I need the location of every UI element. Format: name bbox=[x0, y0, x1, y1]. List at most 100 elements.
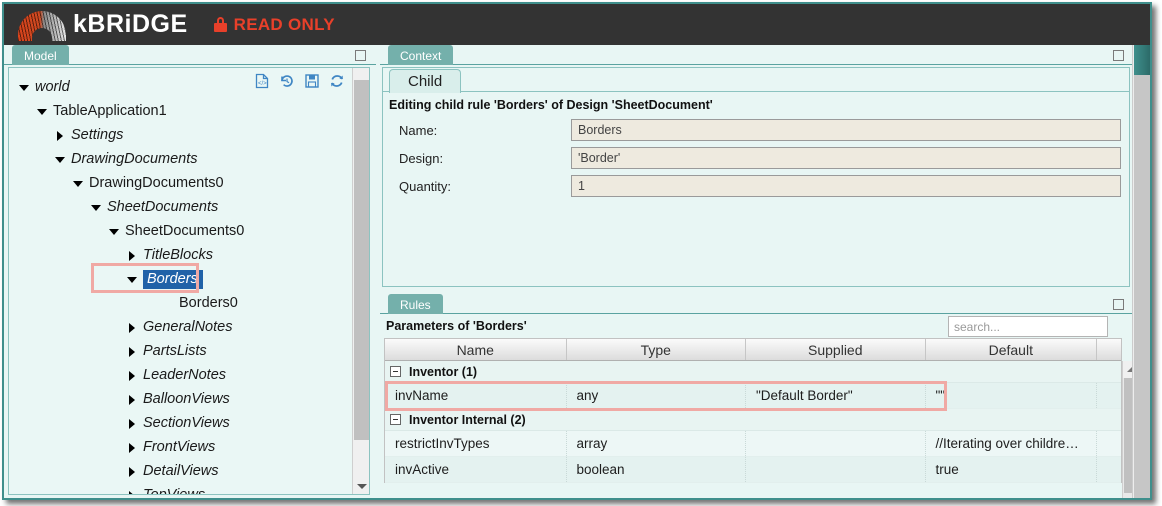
form-row-quantity: Quantity: 1 bbox=[383, 172, 1129, 200]
table-group-header[interactable]: Inventor (1) bbox=[385, 361, 1121, 383]
tree-item-settings[interactable]: Settings bbox=[9, 123, 347, 147]
tree-item-topviews[interactable]: TopViews bbox=[9, 483, 347, 495]
window-scroll-track[interactable] bbox=[1134, 75, 1150, 498]
tree-item-label: BalloonViews bbox=[143, 391, 230, 407]
table-row[interactable]: invName any "Default Border" "" bbox=[385, 383, 1121, 409]
search-input[interactable]: search... bbox=[948, 316, 1108, 337]
tab-rules[interactable]: Rules bbox=[388, 294, 443, 314]
chevron-right-icon[interactable] bbox=[125, 416, 139, 430]
cell-type: any bbox=[567, 383, 746, 408]
tree-item-label: LeaderNotes bbox=[143, 367, 227, 383]
context-panel-restore-button[interactable] bbox=[1113, 50, 1124, 61]
refresh-icon[interactable] bbox=[329, 73, 345, 89]
collapse-minus-icon[interactable] bbox=[390, 414, 401, 425]
undo-history-icon[interactable] bbox=[279, 73, 295, 89]
model-tree-container: </> world TableApplication1 Settings Dra… bbox=[8, 67, 370, 495]
cell-default: //Iterating over childre… bbox=[926, 431, 1098, 456]
model-tree[interactable]: world TableApplication1 Settings DrawingDoc… bbox=[9, 68, 347, 494]
context-body: Child Editing child rule 'Borders' of De… bbox=[382, 67, 1130, 287]
rules-panel: Rules Parameters of 'Borders' search... … bbox=[380, 294, 1140, 498]
cell-name: invName bbox=[385, 383, 567, 408]
tree-item-label: TopViews bbox=[143, 487, 206, 495]
chevron-down-icon[interactable] bbox=[125, 272, 139, 286]
window-vertical-scrollbar[interactable] bbox=[1132, 45, 1150, 498]
script-document-icon[interactable]: </> bbox=[254, 73, 270, 89]
tab-child[interactable]: Child bbox=[389, 69, 462, 93]
cell-default: true bbox=[926, 457, 1098, 482]
rules-panel-restore-button[interactable] bbox=[1113, 299, 1124, 310]
window-scroll-thumb[interactable] bbox=[1134, 45, 1150, 75]
chevron-down-icon[interactable] bbox=[53, 152, 67, 166]
tree-item-borders[interactable]: Borders bbox=[9, 267, 347, 291]
tree-item-sheetdocuments0[interactable]: SheetDocuments0 bbox=[9, 219, 347, 243]
chevron-down-icon[interactable] bbox=[17, 80, 31, 94]
tree-item-sectionviews[interactable]: SectionViews bbox=[9, 411, 347, 435]
tree-item-sheetdocuments[interactable]: SheetDocuments bbox=[9, 195, 347, 219]
tree-item-label: TitleBlocks bbox=[143, 247, 213, 263]
tree-item-label: Settings bbox=[71, 127, 124, 143]
tree-item-leadernotes[interactable]: LeaderNotes bbox=[9, 363, 347, 387]
table-group-header[interactable]: Inventor Internal (2) bbox=[385, 409, 1121, 431]
table-header-row: Name Type Supplied Default bbox=[385, 338, 1121, 361]
cell-supplied: "Default Border" bbox=[746, 383, 926, 408]
tree-item-drawingdocuments[interactable]: DrawingDocuments bbox=[9, 147, 347, 171]
chevron-down-icon[interactable] bbox=[89, 200, 103, 214]
table-body: Inventor (1) invName any "Default Border" ""… bbox=[385, 361, 1121, 483]
table-row[interactable]: restrictInvTypes array //Iterating over ch… bbox=[385, 431, 1121, 457]
chevron-down-icon[interactable] bbox=[71, 176, 85, 190]
chevron-right-icon[interactable] bbox=[125, 488, 139, 494]
tree-item-generalnotes[interactable]: GeneralNotes bbox=[9, 315, 347, 339]
svg-text:</>: </> bbox=[258, 81, 267, 87]
child-tabstrip: Child bbox=[383, 68, 1129, 93]
chevron-right-icon[interactable] bbox=[125, 368, 139, 382]
column-header-supplied[interactable]: Supplied bbox=[746, 339, 926, 360]
brand-name: kBRiDGE bbox=[73, 10, 188, 38]
chevron-right-icon[interactable] bbox=[125, 392, 139, 406]
column-header-name[interactable]: Name bbox=[385, 339, 567, 360]
tree-item-label: SheetDocuments bbox=[107, 199, 219, 215]
model-panel-restore-button[interactable] bbox=[355, 50, 366, 61]
tree-item-label: PartsLists bbox=[143, 343, 207, 359]
chevron-right-icon[interactable] bbox=[53, 128, 67, 142]
cell-spacer bbox=[1097, 383, 1121, 408]
tree-item-drawingdocuments0[interactable]: DrawingDocuments0 bbox=[9, 171, 347, 195]
column-header-default[interactable]: Default bbox=[926, 339, 1098, 360]
save-floppy-icon[interactable] bbox=[304, 73, 320, 89]
model-tree-scroll-down-button[interactable] bbox=[353, 477, 369, 494]
tree-item-label: TableApplication1 bbox=[53, 103, 167, 119]
tab-model[interactable]: Model bbox=[12, 45, 69, 65]
cell-name: restrictInvTypes bbox=[385, 431, 567, 456]
model-tree-scrollbar[interactable] bbox=[352, 68, 369, 494]
tree-item-label: world bbox=[35, 79, 70, 95]
form-row-design: Design: 'Border' bbox=[383, 144, 1129, 172]
tree-item-label: DetailViews bbox=[143, 463, 219, 479]
tab-context[interactable]: Context bbox=[388, 45, 454, 65]
read-only-status: READ ONLY bbox=[213, 15, 335, 35]
parameters-table: Name Type Supplied Default Inventor (1) i… bbox=[384, 338, 1122, 483]
tree-item-frontviews[interactable]: FrontViews bbox=[9, 435, 347, 459]
chevron-right-icon[interactable] bbox=[125, 248, 139, 262]
chevron-right-icon[interactable] bbox=[125, 464, 139, 478]
name-field[interactable]: Borders bbox=[571, 119, 1121, 141]
chevron-right-icon[interactable] bbox=[125, 440, 139, 454]
tree-item-detailviews[interactable]: DetailViews bbox=[9, 459, 347, 483]
cell-name: invActive bbox=[385, 457, 567, 482]
chevron-down-icon[interactable] bbox=[107, 224, 121, 238]
tree-item-balloonviews[interactable]: BalloonViews bbox=[9, 387, 347, 411]
tree-item-label: DrawingDocuments0 bbox=[89, 175, 224, 191]
model-tree-toolbar: </> bbox=[254, 73, 345, 89]
chevron-down-icon[interactable] bbox=[35, 104, 49, 118]
tree-item-label: SectionViews bbox=[143, 415, 230, 431]
chevron-right-icon[interactable] bbox=[125, 344, 139, 358]
tree-item-tableapplication1[interactable]: TableApplication1 bbox=[9, 99, 347, 123]
design-field[interactable]: 'Border' bbox=[571, 147, 1121, 169]
quantity-field[interactable]: 1 bbox=[571, 175, 1121, 197]
tree-item-borders0[interactable]: Borders0 bbox=[9, 291, 347, 315]
column-header-type[interactable]: Type bbox=[567, 339, 747, 360]
chevron-right-icon[interactable] bbox=[125, 320, 139, 334]
table-row[interactable]: invActive boolean true bbox=[385, 457, 1121, 483]
tree-item-titleblocks[interactable]: TitleBlocks bbox=[9, 243, 347, 267]
collapse-minus-icon[interactable] bbox=[390, 366, 401, 377]
tree-item-partslists[interactable]: PartsLists bbox=[9, 339, 347, 363]
model-tree-scroll-thumb[interactable] bbox=[354, 80, 369, 440]
